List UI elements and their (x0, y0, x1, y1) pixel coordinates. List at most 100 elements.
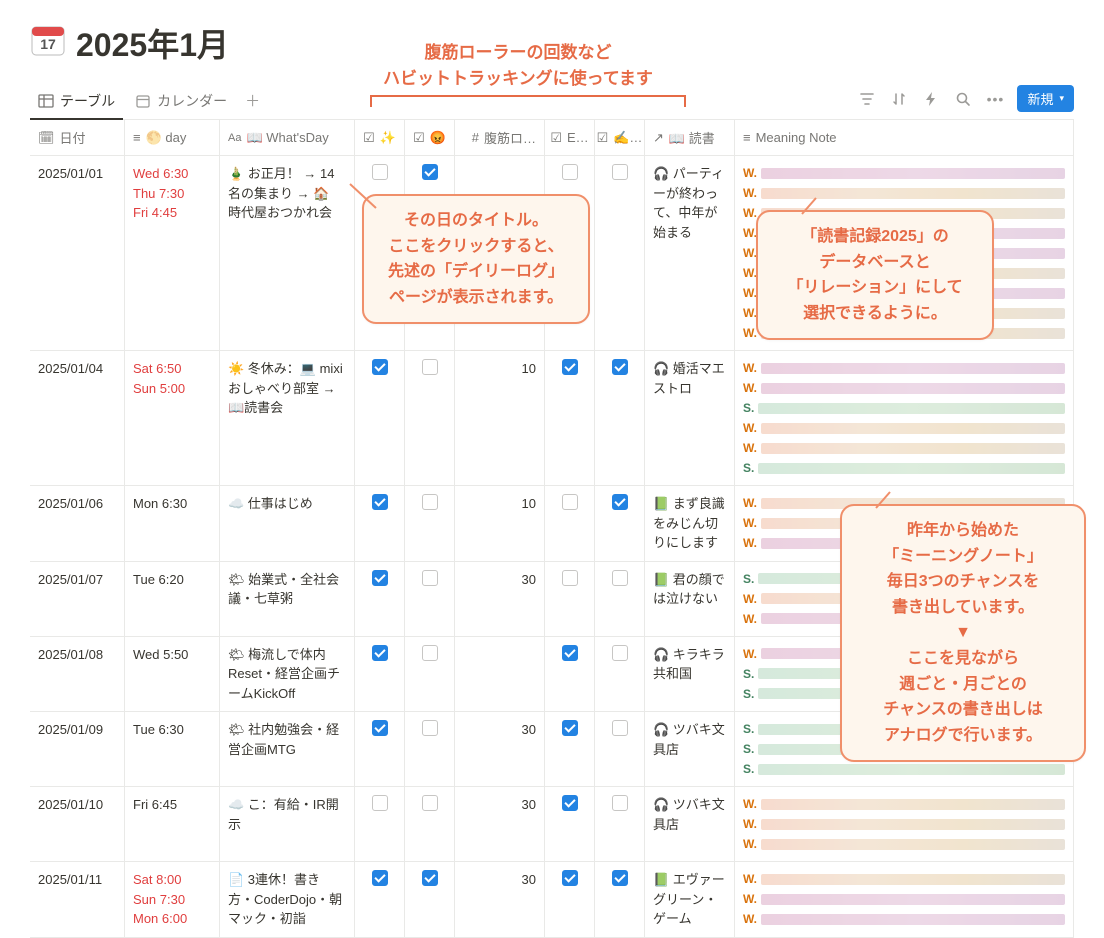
checkbox[interactable] (562, 570, 578, 586)
cell-meaning[interactable]: W.W.W. (735, 862, 1074, 937)
cell-reading[interactable]: 📗 エヴァーグリーン・ゲーム (645, 862, 735, 937)
cell-e[interactable] (545, 562, 595, 636)
checkbox[interactable] (422, 645, 438, 661)
checkbox[interactable] (372, 570, 388, 586)
checkbox[interactable] (612, 359, 628, 375)
cell-abs-count[interactable]: 10 (455, 351, 545, 485)
cell-whatsday[interactable]: 🌤 始業式・全社会議・七草粥 (220, 562, 355, 636)
cell-whatsday[interactable]: 🎍 お正月！ → 14名の集まり → 🏠 時代屋おつかれ会 (220, 156, 355, 350)
cell-pen[interactable] (595, 562, 645, 636)
cell-face[interactable] (405, 486, 455, 561)
checkbox[interactable] (562, 645, 578, 661)
cell-meaning[interactable]: W.W.S.W.W.S. (735, 351, 1074, 485)
checkbox[interactable] (612, 570, 628, 586)
table-row[interactable]: 2025/01/10Fri 6:45☁️ こ：有給・IR開示30🎧 ツバキ文具店… (30, 787, 1074, 862)
cell-e[interactable] (545, 862, 595, 937)
cell-face[interactable] (405, 787, 455, 861)
col-abs[interactable]: #腹筋ロ… (455, 120, 545, 155)
cell-reading[interactable]: 📗 まず良識をみじん切りにします (645, 486, 735, 561)
cell-face[interactable] (405, 562, 455, 636)
checkbox[interactable] (562, 795, 578, 811)
cell-date[interactable]: 2025/01/09 (30, 712, 125, 786)
checkbox[interactable] (372, 870, 388, 886)
checkbox[interactable] (612, 164, 628, 180)
cell-sparkle[interactable] (355, 562, 405, 636)
cell-abs-count[interactable]: 30 (455, 862, 545, 937)
cell-date[interactable]: 2025/01/06 (30, 486, 125, 561)
cell-whatsday[interactable]: 📄 3連休！書き方・CoderDojo・朝マック・初詣 (220, 862, 355, 937)
col-sparkle[interactable]: ☑✨ (355, 120, 405, 155)
checkbox[interactable] (372, 494, 388, 510)
cell-date[interactable]: 2025/01/07 (30, 562, 125, 636)
checkbox[interactable] (422, 494, 438, 510)
page-icon[interactable]: 17 (30, 21, 66, 66)
cell-face[interactable] (405, 712, 455, 786)
cell-abs-count[interactable]: 30 (455, 562, 545, 636)
cell-date[interactable]: 2025/01/10 (30, 787, 125, 861)
cell-pen[interactable] (595, 787, 645, 861)
checkbox[interactable] (422, 570, 438, 586)
cell-face[interactable] (405, 351, 455, 485)
checkbox[interactable] (422, 720, 438, 736)
tab-calendar[interactable]: カレンダー (127, 85, 235, 119)
col-face[interactable]: ☑😡 (405, 120, 455, 155)
add-view-button[interactable]: ＋ (239, 84, 266, 119)
cell-whatsday[interactable]: 🌤 梅流しで体内Reset・経営企画チームKickOff (220, 637, 355, 712)
search-icon[interactable] (953, 89, 973, 109)
checkbox[interactable] (612, 645, 628, 661)
cell-whatsday[interactable]: ☀️ 冬休み：💻 mixiおしゃべり部室 → 📖読書会 (220, 351, 355, 485)
cell-abs-count[interactable]: 30 (455, 712, 545, 786)
checkbox[interactable] (372, 795, 388, 811)
cell-abs-count[interactable] (455, 637, 545, 712)
cell-abs-count[interactable]: 10 (455, 486, 545, 561)
cell-date[interactable]: 2025/01/11 (30, 862, 125, 937)
cell-e[interactable] (545, 787, 595, 861)
checkbox[interactable] (612, 494, 628, 510)
cell-pen[interactable] (595, 351, 645, 485)
cell-pen[interactable] (595, 862, 645, 937)
tab-table[interactable]: テーブル (30, 85, 123, 119)
cell-reading[interactable]: 🎧 パーティーが終わって、中年が始まる (645, 156, 735, 350)
cell-sparkle[interactable] (355, 637, 405, 712)
checkbox[interactable] (612, 795, 628, 811)
checkbox[interactable] (562, 359, 578, 375)
cell-e[interactable] (545, 712, 595, 786)
checkbox[interactable] (422, 870, 438, 886)
cell-abs-count[interactable]: 30 (455, 787, 545, 861)
col-e[interactable]: ☑E… (545, 120, 595, 155)
cell-date[interactable]: 2025/01/08 (30, 637, 125, 712)
cell-pen[interactable] (595, 712, 645, 786)
cell-face[interactable] (405, 637, 455, 712)
checkbox[interactable] (562, 720, 578, 736)
automation-icon[interactable] (921, 89, 941, 109)
checkbox[interactable] (612, 870, 628, 886)
checkbox[interactable] (562, 164, 578, 180)
cell-pen[interactable] (595, 486, 645, 561)
cell-pen[interactable] (595, 156, 645, 350)
cell-sparkle[interactable] (355, 712, 405, 786)
cell-pen[interactable] (595, 637, 645, 712)
checkbox[interactable] (612, 720, 628, 736)
page-title[interactable]: 2025年1月 (76, 20, 229, 66)
cell-whatsday[interactable]: ☁️ こ：有給・IR開示 (220, 787, 355, 861)
col-day[interactable]: ≡🌕 day (125, 120, 220, 155)
cell-whatsday[interactable]: 🌤 社内勉強会・経営企画MTG (220, 712, 355, 786)
cell-reading[interactable]: 🎧 キラキラ共和国 (645, 637, 735, 712)
cell-sparkle[interactable] (355, 486, 405, 561)
cell-meaning[interactable]: W.W.W. (735, 787, 1074, 861)
cell-sparkle[interactable] (355, 787, 405, 861)
checkbox[interactable] (562, 494, 578, 510)
cell-reading[interactable]: 📗 君の顔では泣けない (645, 562, 735, 636)
cell-date[interactable]: 2025/01/01 (30, 156, 125, 350)
checkbox[interactable] (372, 645, 388, 661)
table-row[interactable]: 2025/01/11Sat 8:00Sun 7:30Mon 6:00📄 3連休！… (30, 862, 1074, 938)
cell-date[interactable]: 2025/01/04 (30, 351, 125, 485)
cell-e[interactable] (545, 637, 595, 712)
checkbox[interactable] (372, 720, 388, 736)
col-date[interactable]: 🗓日付 (30, 120, 125, 155)
sort-icon[interactable] (889, 89, 909, 109)
checkbox[interactable] (422, 359, 438, 375)
cell-reading[interactable]: 🎧 婚活マエストロ (645, 351, 735, 485)
checkbox[interactable] (422, 164, 438, 180)
checkbox[interactable] (372, 359, 388, 375)
